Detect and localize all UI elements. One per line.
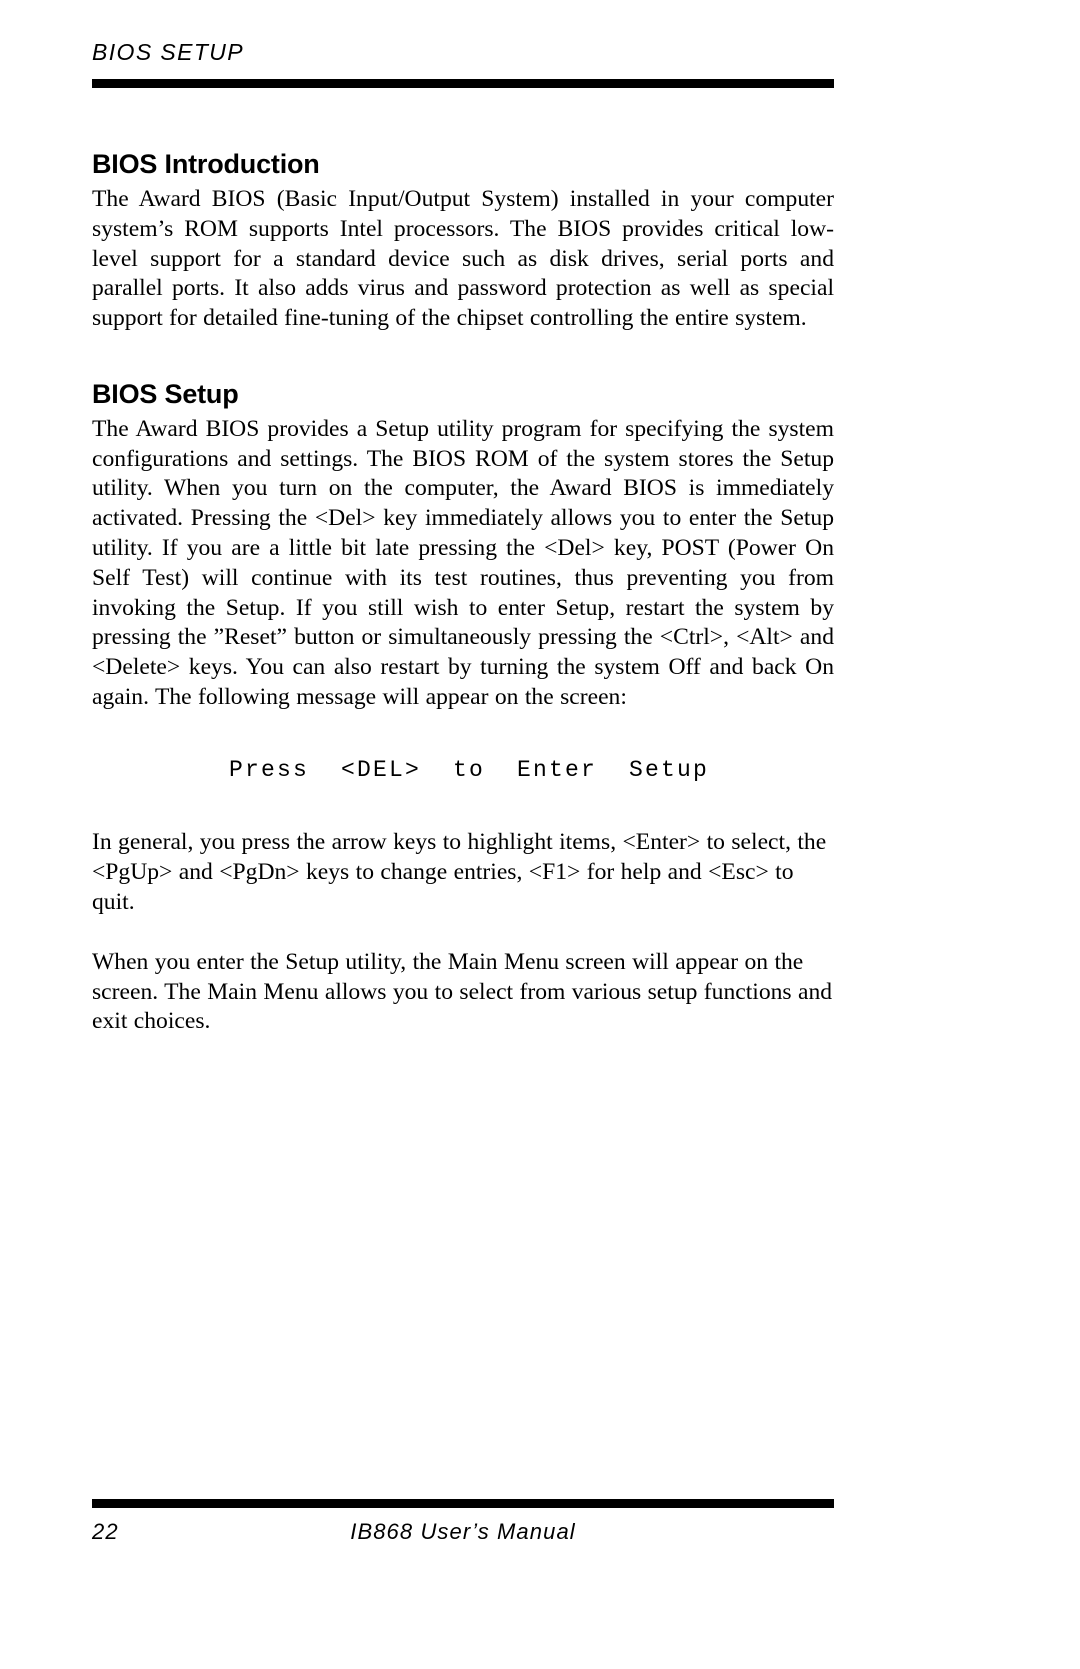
document-page: BIOS SETUP BIOS Introduction The Award B… (0, 0, 1080, 1669)
paragraph-bios-introduction: The Award BIOS (Basic Input/Output Syste… (92, 185, 834, 332)
page-footer: 22 IB868 User’s Manual (92, 1518, 834, 1554)
paragraph-navigation-keys: In general, you press the arrow keys to … (92, 829, 827, 916)
header-rule (92, 79, 834, 88)
code-line-press-del: Press <DEL> to Enter Setup (228, 756, 710, 783)
footer-rule (92, 1499, 834, 1508)
paragraph-main-menu: When you enter the Setup utility, the Ma… (92, 948, 833, 1035)
running-head-label: BIOS SETUP (92, 39, 245, 65)
heading-bios-setup: BIOS Setup (92, 378, 239, 409)
heading-bios-introduction: BIOS Introduction (92, 149, 320, 179)
paragraph-bios-setup: The Award BIOS provides a Setup utility … (92, 415, 834, 711)
footer-manual-title: IB868 User’s Manual (350, 1519, 576, 1544)
page-content: BIOS Introduction The Award BIOS (Basic … (92, 148, 834, 1037)
running-head: BIOS SETUP (92, 39, 834, 65)
